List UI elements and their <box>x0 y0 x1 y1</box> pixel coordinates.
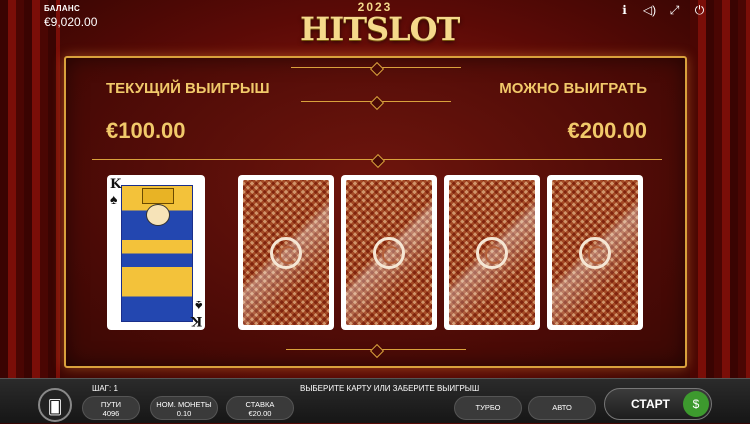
current-win-value: €100.00 <box>106 118 186 143</box>
coin-value-control[interactable]: НОМ. МОНЕТЫ 0.10 <box>150 396 218 420</box>
bet-value: €20.00 <box>248 409 272 418</box>
cash-icon: $ <box>683 391 709 417</box>
dealer-card: K ♠ K ♠ <box>107 175 205 330</box>
balance-display: БАЛАНС €9,020.00 <box>44 4 97 29</box>
bet-control[interactable]: СТАВКА €20.00 <box>226 396 294 420</box>
curtain-left <box>0 0 60 423</box>
possible-win-value: €200.00 <box>567 118 647 143</box>
top-icons: ℹ ◁) ⤢ ⏻ <box>612 3 712 18</box>
card-emblem-icon <box>373 236 405 269</box>
king-face <box>146 204 170 226</box>
card-rank-top: K <box>110 177 122 192</box>
paths-label: ПУТИ <box>100 400 122 409</box>
crown-icon <box>142 188 174 204</box>
coin-value: 0.10 <box>176 409 192 418</box>
auto-label: АВТО <box>552 403 572 412</box>
step-indicator: ШАГ: 1 <box>92 384 118 393</box>
ornament-divider <box>92 153 662 169</box>
king-figure <box>121 185 193 322</box>
logo-name: HITSLOT <box>300 10 460 48</box>
ornament-top <box>291 61 461 77</box>
spade-icon: ♠ <box>110 191 118 207</box>
game-logo: 2023 HITSLOT <box>300 0 460 50</box>
gamble-mode-button[interactable]: 🂠 <box>38 388 72 422</box>
power-icon[interactable]: ⏻ <box>687 3 712 18</box>
sound-icon[interactable]: ◁) <box>637 3 662 18</box>
spade-icon: ♠ <box>194 298 202 314</box>
card-emblem-icon <box>270 236 302 269</box>
fullscreen-icon[interactable]: ⤢ <box>662 3 687 18</box>
hidden-card-2[interactable] <box>341 175 437 330</box>
possible-win-label: МОЖНО ВЫИГРАТЬ <box>499 80 647 97</box>
hidden-card-3[interactable] <box>444 175 540 330</box>
cards-icon: 🂠 <box>47 399 63 415</box>
bet-label: СТАВКА <box>245 400 275 409</box>
hint-text: ВЫБЕРИТЕ КАРТУ ИЛИ ЗАБЕРИТЕ ВЫИГРЫШ <box>300 384 480 393</box>
balance-value: €9,020.00 <box>44 15 98 29</box>
turbo-label: ТУРБО <box>475 403 501 412</box>
auto-button[interactable]: АВТО <box>528 396 596 420</box>
start-button[interactable]: СТАРТ $ <box>604 388 712 420</box>
ornament-bottom <box>286 343 466 359</box>
turbo-button[interactable]: ТУРБО <box>454 396 522 420</box>
ornament-middle <box>301 95 451 111</box>
paths-display: ПУТИ 4096 <box>82 396 140 420</box>
paths-value: 4096 <box>102 409 120 418</box>
card-emblem-icon <box>579 236 611 269</box>
card-rank-bottom: K <box>190 313 202 328</box>
hidden-card-1[interactable] <box>238 175 334 330</box>
coin-label: НОМ. МОНЕТЫ <box>156 400 212 409</box>
info-icon[interactable]: ℹ <box>612 3 637 18</box>
curtain-right <box>690 0 750 423</box>
current-win-label: ТЕКУЩИЙ ВЫИГРЫШ <box>106 80 270 97</box>
balance-label: БАЛАНС <box>44 4 81 13</box>
hidden-card-4[interactable] <box>547 175 643 330</box>
start-label: СТАРТ <box>631 397 670 411</box>
card-emblem-icon <box>476 236 508 269</box>
